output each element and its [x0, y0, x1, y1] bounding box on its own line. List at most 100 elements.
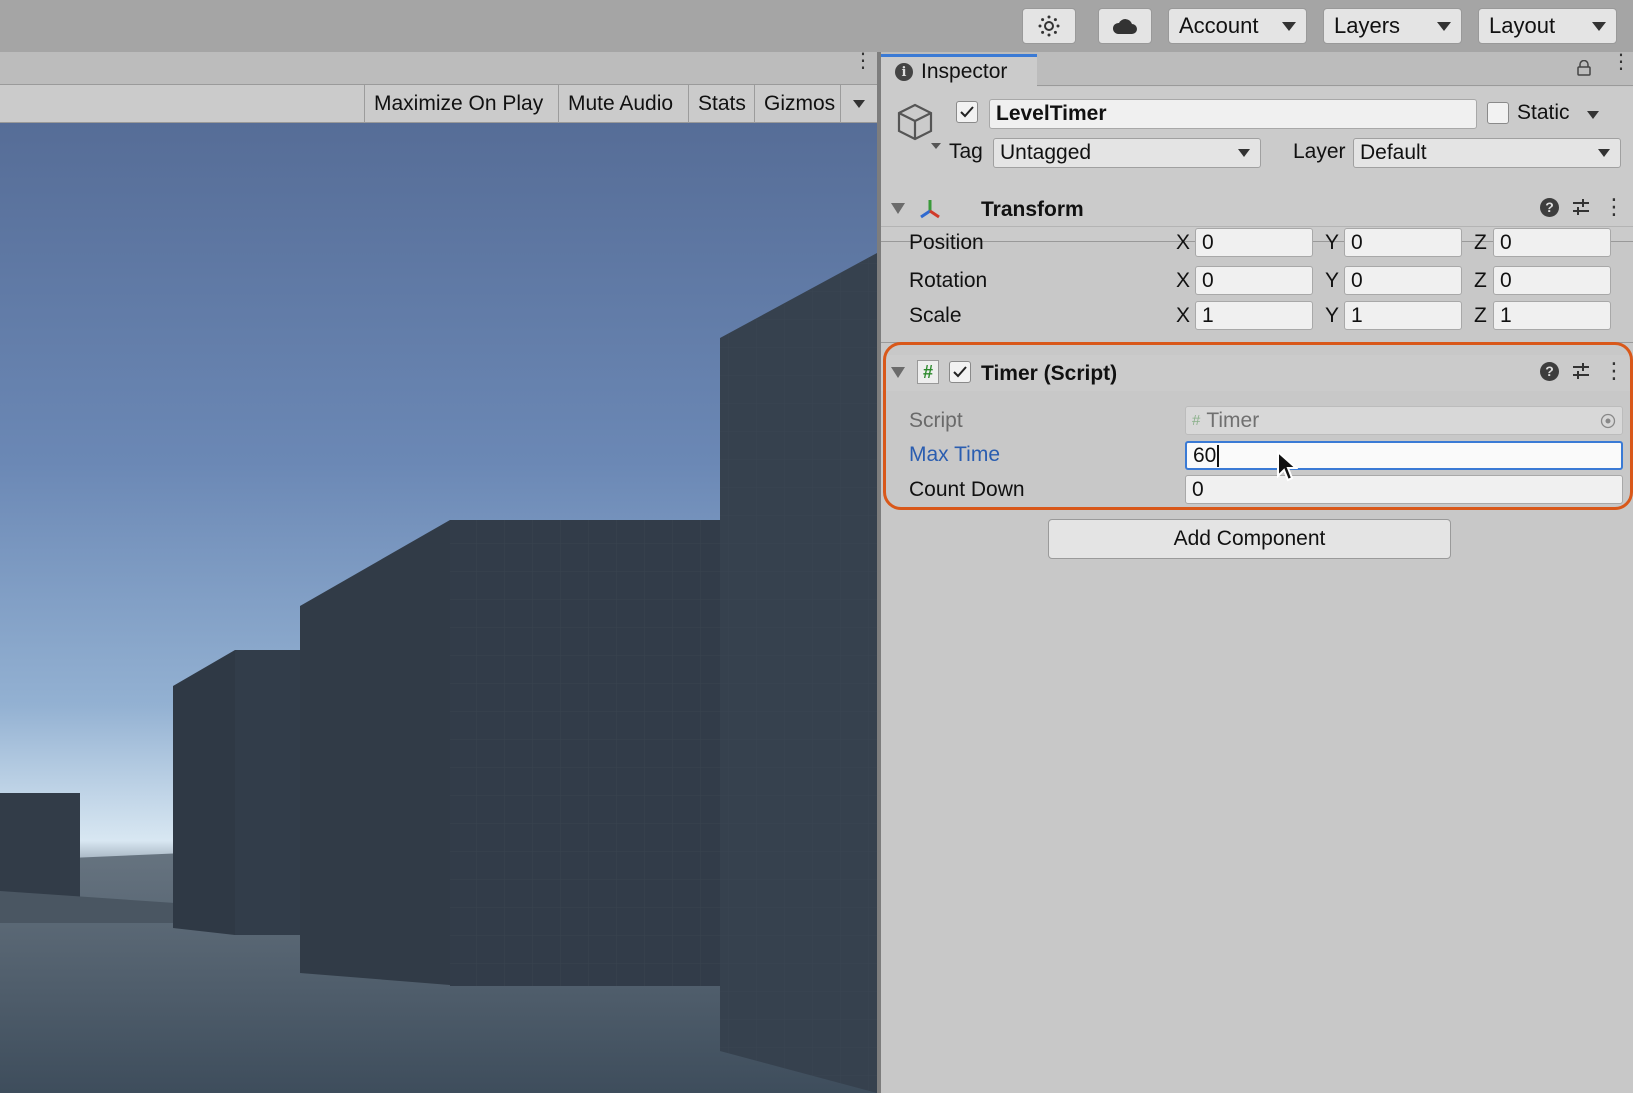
block-mid-grid — [450, 520, 720, 986]
presets-icon[interactable] — [1571, 362, 1591, 380]
rotation-x-input[interactable]: 0 — [1195, 266, 1313, 295]
help-icon[interactable]: ? — [1540, 361, 1559, 381]
foldout-arrow-icon[interactable] — [891, 367, 905, 378]
scale-x-input[interactable]: 1 — [1195, 301, 1313, 330]
layer-dropdown[interactable]: Default — [1353, 138, 1621, 168]
transform-header-icons: ? ⋮ — [1540, 196, 1625, 218]
account-dropdown[interactable]: Account — [1168, 8, 1307, 44]
text-caret — [1217, 444, 1220, 467]
more-options-icon[interactable]: ⋮ — [853, 51, 873, 71]
layer-value: Default — [1360, 141, 1427, 164]
tag-dropdown[interactable]: Untagged — [993, 138, 1261, 168]
chevron-down-icon — [1282, 21, 1296, 31]
scale-z-input[interactable]: 1 — [1493, 301, 1611, 330]
y-label: Y — [1325, 231, 1340, 254]
game-view-toolbar: Maximize On Play Mute Audio Stats Gizmos — [0, 85, 877, 123]
game-view-tabbar: ⋮ — [0, 51, 877, 85]
static-label: Static — [1517, 101, 1570, 124]
gizmos-dropdown[interactable] — [840, 85, 877, 123]
z-label: Z — [1474, 269, 1487, 292]
block-near-grid — [720, 253, 877, 1093]
position-x-input[interactable]: 0 — [1195, 228, 1313, 257]
help-icon[interactable]: ? — [1540, 197, 1559, 217]
scene-render — [0, 123, 877, 1093]
mouse-cursor-icon — [1277, 450, 1298, 482]
stats-button[interactable]: Stats — [688, 85, 755, 123]
account-label: Account — [1179, 13, 1259, 38]
cloud-button[interactable] — [1098, 8, 1152, 44]
rotation-y-input[interactable]: 0 — [1344, 266, 1462, 295]
transform-header[interactable]: Transform ? ⋮ — [881, 191, 1633, 227]
tag-value: Untagged — [1000, 141, 1092, 164]
layout-dropdown[interactable]: Layout — [1478, 8, 1617, 44]
gizmos-button[interactable]: Gizmos — [754, 85, 844, 123]
lock-icon[interactable] — [1577, 60, 1591, 76]
layers-label: Layers — [1334, 13, 1401, 38]
chevron-down-icon — [1598, 149, 1610, 157]
unity-editor: Account Layers Layout ⋮ Maximize On Play… — [0, 0, 1633, 1093]
gameobject-active-checkbox[interactable] — [956, 101, 978, 123]
timer-header-icons: ? ⋮ — [1540, 360, 1625, 382]
maximize-on-play-button[interactable]: Maximize On Play — [364, 85, 552, 123]
tag-label: Tag — [949, 140, 983, 163]
inspector-tab-label: Inspector — [921, 60, 1008, 83]
max-time-input[interactable]: 60 — [1185, 441, 1623, 470]
timer-enabled-checkbox[interactable] — [949, 361, 971, 383]
script-object-field: # Timer — [1185, 406, 1623, 435]
count-down-label: Count Down — [909, 478, 1025, 501]
scale-y-input[interactable]: 1 — [1344, 301, 1462, 330]
max-time-label: Max Time — [909, 443, 1001, 466]
main-toolbar: Account Layers Layout — [0, 0, 1633, 52]
layout-label: Layout — [1489, 13, 1556, 38]
layer-label: Layer — [1293, 140, 1346, 163]
game-viewport[interactable] — [0, 123, 877, 1093]
rotation-z-input[interactable]: 0 — [1493, 266, 1611, 295]
tab-inspector[interactable]: i Inspector — [881, 54, 1037, 87]
layers-dropdown[interactable]: Layers — [1323, 8, 1462, 44]
inspector-panel: i Inspector ⋮ LevelTimer Static Tag Unta… — [881, 52, 1633, 1093]
y-label: Y — [1325, 269, 1340, 292]
script-hash-icon: # — [917, 360, 939, 384]
z-label: Z — [1474, 231, 1487, 254]
mute-audio-button[interactable]: Mute Audio — [558, 85, 682, 123]
cloud-icon — [1112, 19, 1137, 34]
more-options-icon[interactable]: ⋮ — [1603, 360, 1625, 382]
add-component-button[interactable]: Add Component — [1048, 519, 1451, 559]
rotation-label: Rotation — [909, 269, 988, 292]
checkmark-icon — [960, 106, 974, 118]
transform-icon — [920, 200, 940, 219]
presets-icon[interactable] — [1571, 198, 1591, 216]
inspector-tabbar: i Inspector ⋮ — [881, 52, 1633, 87]
position-z-input[interactable]: 0 — [1493, 228, 1611, 257]
component-divider — [881, 342, 1633, 343]
static-checkbox[interactable] — [1487, 102, 1509, 124]
x-label: X — [1176, 304, 1191, 327]
chevron-down-icon — [1437, 21, 1451, 31]
max-time-value: 60 — [1193, 443, 1217, 467]
more-options-icon[interactable]: ⋮ — [1603, 196, 1625, 218]
block-small-side — [173, 650, 235, 935]
more-options-icon[interactable]: ⋮ — [1611, 52, 1631, 72]
y-label: Y — [1325, 304, 1340, 327]
position-label: Position — [909, 231, 984, 254]
z-label: Z — [1474, 304, 1487, 327]
foldout-arrow-icon[interactable] — [891, 203, 905, 214]
gameobject-name-input[interactable]: LevelTimer — [989, 99, 1477, 129]
script-value: Timer — [1206, 408, 1260, 432]
chevron-down-icon — [1238, 149, 1250, 157]
script-hash-icon: # — [1192, 412, 1201, 429]
gameobject-cube-icon[interactable] — [893, 99, 945, 151]
transform-title: Transform — [981, 198, 1084, 221]
chevron-down-icon — [853, 100, 865, 108]
block-small-front — [235, 650, 302, 935]
x-label: X — [1176, 231, 1191, 254]
info-icon: i — [895, 63, 913, 81]
static-dropdown-icon[interactable] — [1587, 111, 1599, 119]
light-settings-button[interactable] — [1022, 8, 1076, 44]
count-down-input[interactable]: 0 — [1185, 475, 1623, 504]
sun-icon — [1038, 15, 1060, 37]
chevron-down-icon — [1592, 21, 1606, 31]
object-picker-icon[interactable] — [1600, 413, 1616, 429]
position-y-input[interactable]: 0 — [1344, 228, 1462, 257]
timer-script-header[interactable]: # Timer (Script) ? ⋮ — [881, 355, 1633, 391]
